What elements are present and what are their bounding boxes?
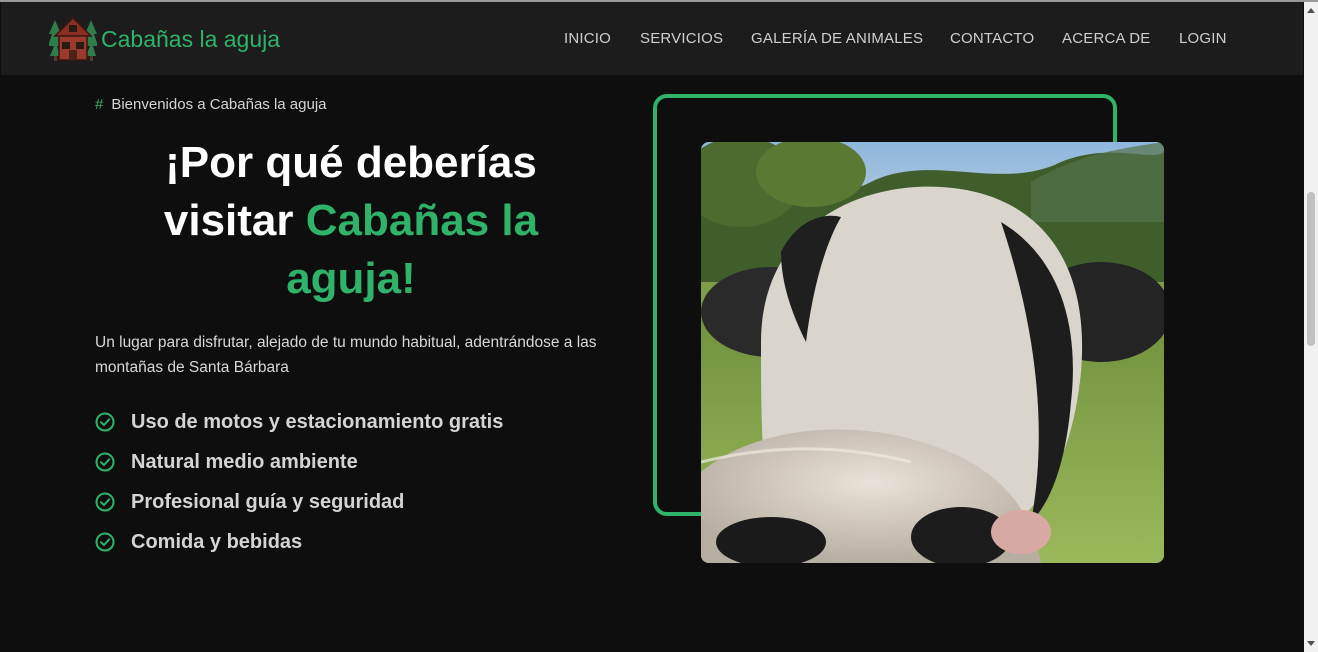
- feature-label: Comida y bebidas: [131, 530, 303, 553]
- cabin-with-trees-icon: [49, 16, 97, 62]
- page-scrollbar[interactable]: [1304, 2, 1318, 652]
- feature-label: Uso de motos y estacionamiento gratis: [131, 410, 504, 433]
- check-circle-icon: [95, 492, 115, 512]
- hash-icon: #: [95, 96, 104, 113]
- check-circle-icon: [95, 532, 115, 552]
- brand[interactable]: Cabañas la aguja: [49, 16, 280, 62]
- nav-inicio[interactable]: INICIO: [564, 30, 611, 47]
- brand-name: Cabañas la aguja: [101, 25, 281, 52]
- feature-label: Natural medio ambiente: [131, 450, 358, 473]
- nav-galeria-de-animales[interactable]: GALERÍA DE ANIMALES: [751, 30, 923, 47]
- feature-item: Natural medio ambiente: [95, 442, 503, 482]
- hero-image-cow: [701, 142, 1164, 563]
- check-circle-icon: [95, 452, 115, 472]
- feature-item: Uso de motos y estacionamiento gratis: [95, 402, 503, 442]
- feature-item: Comida y bebidas: [95, 522, 503, 562]
- nav-servicios[interactable]: SERVICIOS: [640, 30, 723, 47]
- page-title: ¡Por qué deberías visitar Cabañas la agu…: [95, 134, 607, 308]
- scroll-down-arrow-icon[interactable]: [1307, 641, 1315, 646]
- feature-label: Profesional guía y seguridad: [131, 490, 405, 513]
- nav-login[interactable]: LOGIN: [1179, 30, 1227, 47]
- hero-kicker-text: Bienvenidos a Cabañas la aguja: [111, 96, 327, 113]
- nav-contacto[interactable]: CONTACTO: [950, 30, 1034, 47]
- hero-kicker: # Bienvenidos a Cabañas la aguja: [95, 96, 327, 113]
- feature-item: Profesional guía y seguridad: [95, 482, 503, 522]
- navbar: Cabañas la aguja INICIO SERVICIOS GALERÍ…: [1, 2, 1303, 75]
- scrollbar-thumb[interactable]: [1307, 192, 1315, 346]
- feature-list: Uso de motos y estacionamiento gratis Na…: [95, 402, 503, 562]
- nav-acerca-de[interactable]: ACERCA DE: [1062, 30, 1151, 47]
- scroll-up-arrow-icon[interactable]: [1307, 8, 1315, 13]
- check-circle-icon: [95, 412, 115, 432]
- hero-description: Un lugar para disfrutar, alejado de tu m…: [95, 334, 597, 376]
- page-title-highlight: Cabañas la aguja!: [286, 196, 539, 303]
